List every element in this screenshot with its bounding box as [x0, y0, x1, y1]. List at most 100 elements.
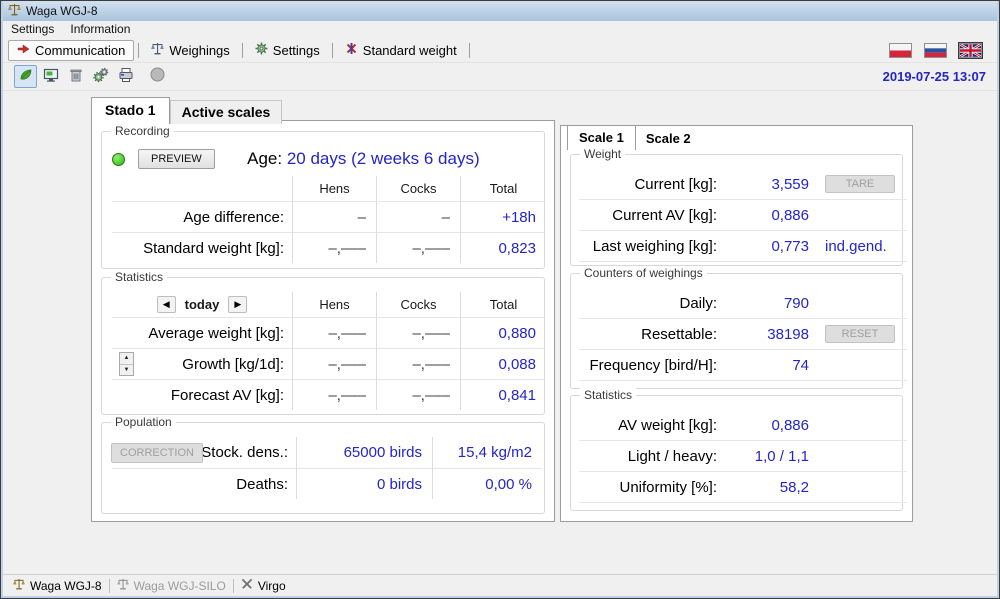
recording-group: Recording PREVIEW Age: 20 days (2 weeks …: [101, 131, 545, 269]
daily-label: Daily:: [579, 288, 725, 319]
correction-button[interactable]: CORRECTION: [111, 443, 203, 463]
forecast-av-cocks: –,–––: [376, 379, 460, 410]
tab-standard-weight[interactable]: Standard weight: [337, 40, 465, 61]
tab-weighings[interactable]: Weighings: [143, 40, 237, 61]
frequency-extra: [815, 350, 907, 381]
spin-down-icon[interactable]: ▼: [120, 365, 133, 376]
population-group-title: Population: [111, 415, 176, 429]
tare-button[interactable]: TARE: [825, 175, 895, 193]
last-weighing-suffix: ind.gend.: [825, 238, 887, 255]
standard-weight-total: 0,823: [460, 232, 546, 263]
tab-stado-1[interactable]: Stado 1: [91, 97, 170, 124]
counters-table: Daily: 790 Resettable: 38198 RESET Frequ…: [579, 288, 896, 381]
menu-settings[interactable]: Settings: [3, 21, 62, 38]
toolbar-live-view-button[interactable]: [14, 65, 37, 88]
statistics-group: Statistics ◀ today ▶ Hens Cocks Total Av…: [101, 277, 545, 415]
statistics-header-total: Total: [460, 292, 546, 317]
status-item-wgj8[interactable]: Waga WGJ-8: [6, 578, 109, 593]
menu-information[interactable]: Information: [62, 21, 138, 38]
age-difference-hens: –: [292, 201, 376, 232]
toolbar: 2019-07-25 13:07: [3, 63, 997, 91]
light-heavy-extra: [815, 441, 907, 472]
toolbar-print-button[interactable]: [114, 65, 137, 88]
period-prev-button[interactable]: ◀: [157, 296, 176, 313]
recording-header-cocks: Cocks: [376, 176, 460, 201]
counters-group: Counters of weighings Daily: 790 Resetta…: [570, 273, 903, 389]
age-label: Age:: [247, 149, 282, 168]
statistics-group-title: Statistics: [111, 270, 167, 284]
current-av-extra: [815, 200, 907, 231]
uniformity-label: Uniformity [%]:: [579, 472, 725, 503]
weight-group: Weight Current [kg]: 3,559 TARE Current …: [570, 154, 903, 266]
scale-statistics-group: Statistics AV weight [kg]: 0,886 Light /…: [570, 395, 903, 511]
status-item-virgo[interactable]: Virgo: [234, 578, 293, 593]
period-next-button[interactable]: ▶: [228, 296, 247, 313]
status-virgo-label: Virgo: [258, 579, 286, 593]
age-difference-cocks: –: [376, 201, 460, 232]
recording-header-hens: Hens: [292, 176, 376, 201]
last-weighing-value: 0,773: [725, 231, 815, 262]
statistics-header-hens: Hens: [292, 292, 376, 317]
tab-communication-label: Communication: [35, 43, 125, 58]
window-title: Waga WGJ-8: [26, 4, 98, 18]
current-av-label: Current AV [kg]:: [579, 200, 725, 231]
communication-icon: [17, 43, 30, 58]
resettable-value: 38198: [725, 319, 815, 350]
reset-button[interactable]: RESET: [825, 325, 895, 343]
tab-settings[interactable]: Settings: [247, 40, 328, 61]
population-group: Population CORRECTION Stock. dens.: 6500…: [101, 422, 545, 514]
tab-communication[interactable]: Communication: [8, 40, 134, 61]
tab-scale-2[interactable]: Scale 2: [636, 128, 701, 150]
stock-density-birds: 65000 birds: [296, 437, 432, 468]
status-silo-label: Waga WGJ-SILO: [134, 579, 226, 593]
daily-value: 790: [725, 288, 815, 319]
balance-scale-icon: [117, 578, 129, 593]
recording-table: Hens Cocks Total Age difference: – – +18…: [112, 176, 539, 263]
recording-header-total: Total: [460, 176, 546, 201]
separator: [332, 43, 333, 58]
leaf-icon: [18, 67, 34, 86]
deaths-birds: 0 birds: [296, 468, 432, 499]
growth-label: Growth [kg/1d]:: [182, 356, 284, 373]
uniformity-value: 58,2: [725, 472, 815, 503]
last-weighing-label: Last weighing [kg]:: [579, 231, 725, 262]
current-weight-extra: TARE: [815, 169, 907, 200]
title-bar[interactable]: Waga WGJ-8: [3, 1, 997, 21]
toolbar-monitor-button[interactable]: [39, 65, 62, 88]
recording-top-row: PREVIEW Age: 20 days (2 weeks 6 days): [102, 132, 544, 176]
current-weight-label: Current [kg]:: [579, 169, 725, 200]
status-wgj8-label: Waga WGJ-8: [30, 579, 102, 593]
connection-status-circle-icon: [150, 67, 165, 87]
nav-tab-bar: Communication Weighings Settings Standar…: [3, 38, 997, 63]
flag-poland[interactable]: [889, 43, 912, 58]
flag-united-kingdom[interactable]: [959, 43, 982, 58]
flag-russia[interactable]: [924, 43, 947, 58]
tab-weighings-label: Weighings: [169, 43, 229, 58]
average-weight-total: 0,880: [460, 317, 546, 348]
datetime-display: 2019-07-25 13:07: [883, 69, 986, 84]
app-window: Waga WGJ-8 Settings Information Communic…: [0, 0, 1000, 599]
current-av-value: 0,886: [725, 200, 815, 231]
statistics-table: ◀ today ▶ Hens Cocks Total Average weigh…: [112, 292, 539, 410]
scale-statistics-group-title: Statistics: [580, 388, 636, 402]
spin-up-icon[interactable]: ▲: [120, 353, 133, 365]
toolbar-process-button[interactable]: [89, 65, 112, 88]
gear-icon: [255, 42, 268, 58]
preview-button[interactable]: PREVIEW: [138, 149, 215, 169]
separator: [242, 43, 243, 58]
tab-active-scales[interactable]: Active scales: [170, 100, 283, 124]
last-weighing-extra: ind.gend.: [815, 231, 907, 262]
monitor-icon: [43, 67, 59, 86]
av-weight-extra: [815, 410, 907, 441]
statistics-header-cocks: Cocks: [376, 292, 460, 317]
toolbar-archive-button[interactable]: [64, 65, 87, 88]
growth-total: 0,088: [460, 348, 546, 379]
status-item-silo[interactable]: Waga WGJ-SILO: [110, 578, 233, 593]
main-area: Stado 1 Active scales Recording PREVIEW …: [3, 91, 997, 574]
age-display: Age: 20 days (2 weeks 6 days): [215, 149, 536, 169]
language-flags: [889, 43, 992, 58]
statistics-period-cell: ◀ today ▶: [112, 292, 292, 317]
current-weight-value: 3,559: [725, 169, 815, 200]
recording-active-indicator: [112, 153, 125, 166]
deaths-percent: 0,00 %: [432, 468, 542, 499]
